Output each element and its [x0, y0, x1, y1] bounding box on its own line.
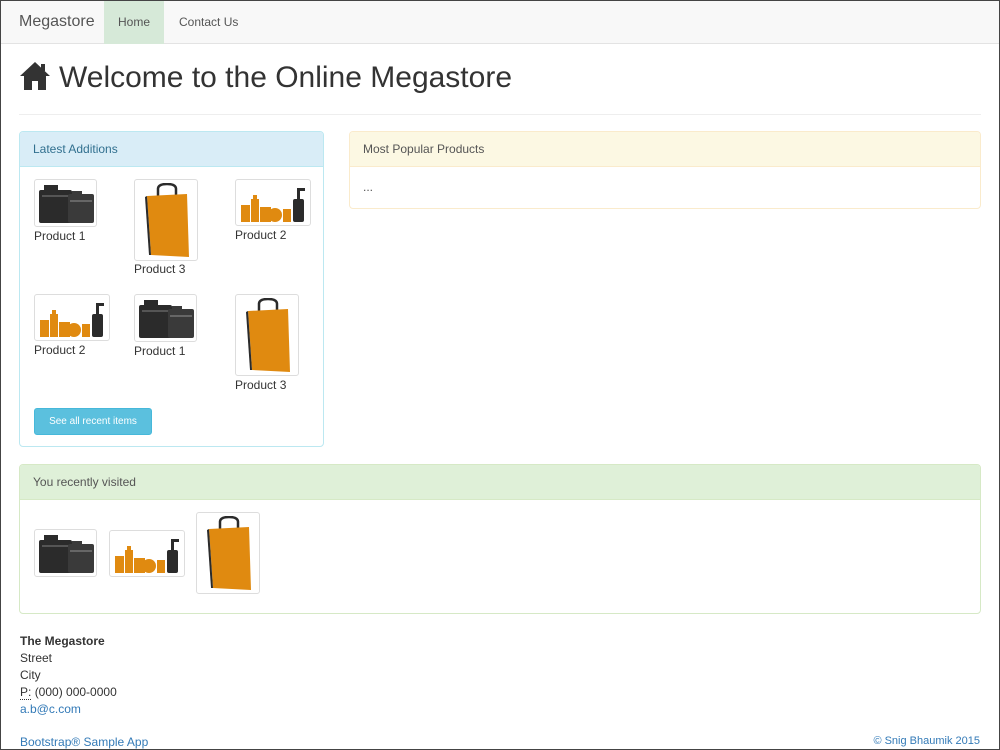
address-phone-line: P: (000) 000-0000 — [20, 684, 117, 701]
shopping-bag-icon — [145, 183, 189, 257]
cameras-icon — [39, 185, 94, 223]
product-thumbnail[interactable] — [134, 179, 198, 261]
recent-item-thumbnail[interactable] — [109, 530, 185, 577]
most-popular-panel: Most Popular Products ... — [349, 131, 981, 209]
latest-additions-panel: Latest Additions Product 1 Product 3 Pro… — [19, 131, 324, 447]
footer-app-link[interactable]: Bootstrap® Sample App — [20, 735, 148, 749]
recent-item-thumbnail[interactable] — [34, 529, 97, 577]
shopping-bag-icon — [246, 298, 290, 372]
most-popular-heading: Most Popular Products — [350, 132, 980, 167]
address-street: Street — [20, 651, 53, 665]
product-thumbnail[interactable] — [34, 294, 110, 341]
brand-link[interactable]: Megastore — [19, 13, 95, 31]
recent-item-thumbnail[interactable] — [196, 512, 260, 594]
cameras-icon — [139, 300, 194, 338]
phone-abbr: P: — [20, 685, 32, 700]
latest-additions-heading: Latest Additions — [20, 132, 323, 167]
store-address: The Megastore Street City P: (000) 000-0… — [20, 633, 117, 718]
product-thumbnail[interactable] — [235, 179, 311, 226]
navbar: Megastore Home Contact Us — [1, 1, 999, 44]
page-title: Welcome to the Online Megastore — [59, 61, 513, 94]
address-phone: (000) 000-0000 — [34, 685, 117, 699]
recently-visited-heading: You recently visited — [20, 465, 980, 500]
address-city: City — [20, 668, 41, 682]
nav-home[interactable]: Home — [104, 1, 164, 44]
product-label[interactable]: Product 2 — [235, 228, 286, 242]
page-header: Welcome to the Online Megastore — [19, 59, 981, 115]
bottles-icon — [241, 188, 305, 222]
product-label[interactable]: Product 1 — [134, 344, 185, 358]
product-label[interactable]: Product 2 — [34, 343, 85, 357]
home-icon — [20, 62, 50, 90]
product-thumbnail[interactable] — [134, 294, 197, 342]
footer-copyright: © Snig Bhaumik 2015 — [873, 735, 980, 747]
product-thumbnail[interactable] — [34, 179, 97, 227]
shopping-bag-icon — [207, 516, 251, 590]
most-popular-body: ... — [363, 180, 374, 194]
product-label[interactable]: Product 1 — [34, 229, 85, 243]
cameras-icon — [39, 535, 94, 573]
address-email-link[interactable]: a.b@c.com — [20, 701, 117, 718]
nav-contact-us[interactable]: Contact Us — [164, 1, 253, 44]
see-all-recent-items-button[interactable]: See all recent items — [34, 408, 152, 435]
store-name: The Megastore — [20, 634, 105, 648]
product-label[interactable]: Product 3 — [235, 378, 286, 392]
bottles-icon — [115, 539, 179, 573]
product-label[interactable]: Product 3 — [134, 262, 185, 276]
product-thumbnail[interactable] — [235, 294, 299, 376]
recently-visited-panel: You recently visited — [19, 464, 981, 614]
bottles-icon — [40, 303, 104, 337]
